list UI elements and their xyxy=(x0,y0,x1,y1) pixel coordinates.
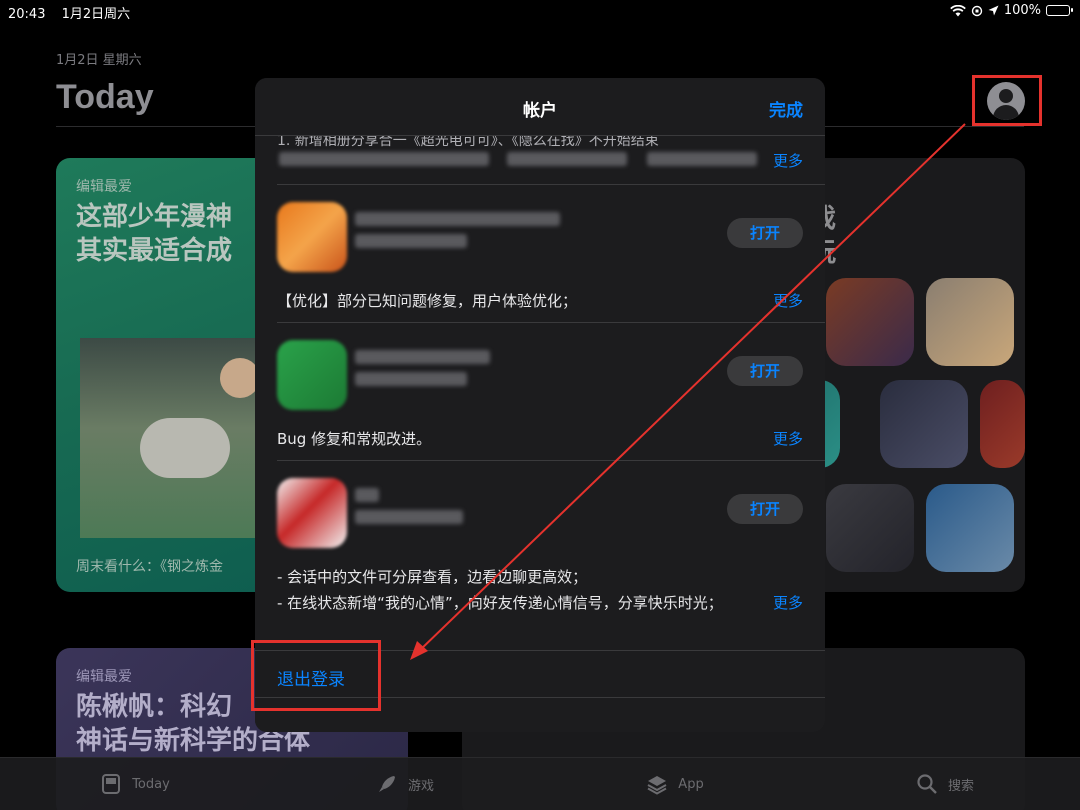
done-button[interactable]: 完成 xyxy=(769,96,803,121)
modal-title: 帐户 xyxy=(523,101,557,121)
modal-header: 帐户 完成 xyxy=(255,78,825,136)
